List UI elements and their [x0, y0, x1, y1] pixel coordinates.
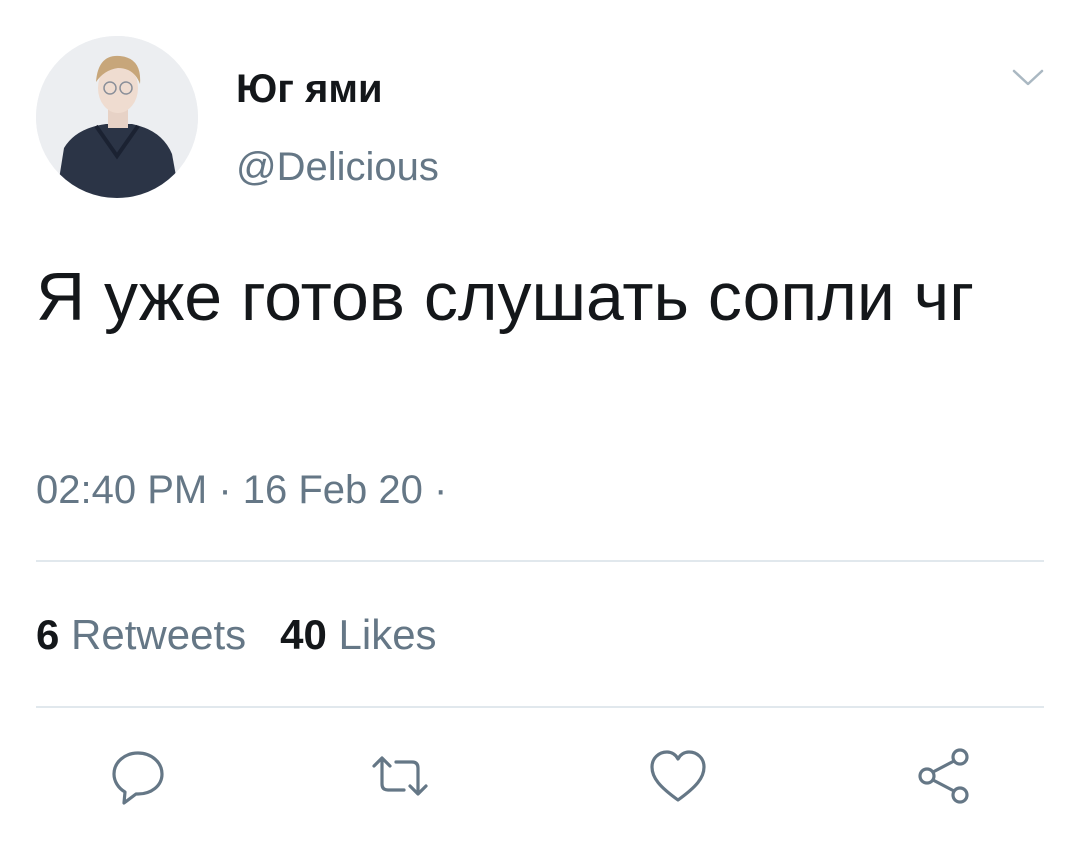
reply-icon[interactable]	[106, 744, 170, 808]
likes-stat[interactable]: 40 Likes	[280, 610, 436, 660]
avatar[interactable]	[36, 36, 198, 198]
username-handle[interactable]: @Delicious	[236, 144, 439, 190]
retweets-label: Retweets	[71, 611, 247, 658]
divider	[36, 560, 1044, 562]
tweet-timestamp: 02:40 PM · 16 Feb 20 ·	[36, 468, 448, 512]
chevron-down-icon[interactable]	[1010, 62, 1046, 92]
divider	[36, 706, 1044, 708]
share-icon[interactable]	[912, 744, 976, 808]
heart-icon[interactable]	[646, 744, 710, 808]
display-name[interactable]: Юг ями	[236, 66, 383, 112]
retweet-icon[interactable]	[368, 744, 432, 808]
retweets-count: 6	[36, 611, 60, 658]
tweet-text: Я уже готов слушать сопли чг	[36, 259, 975, 335]
retweets-stat[interactable]: 6 Retweets	[36, 610, 246, 660]
likes-count: 40	[280, 611, 327, 658]
avatar-image	[36, 36, 198, 198]
likes-label: Likes	[338, 611, 437, 658]
tweet-stats: 6 Retweets 40 Likes	[36, 610, 471, 660]
